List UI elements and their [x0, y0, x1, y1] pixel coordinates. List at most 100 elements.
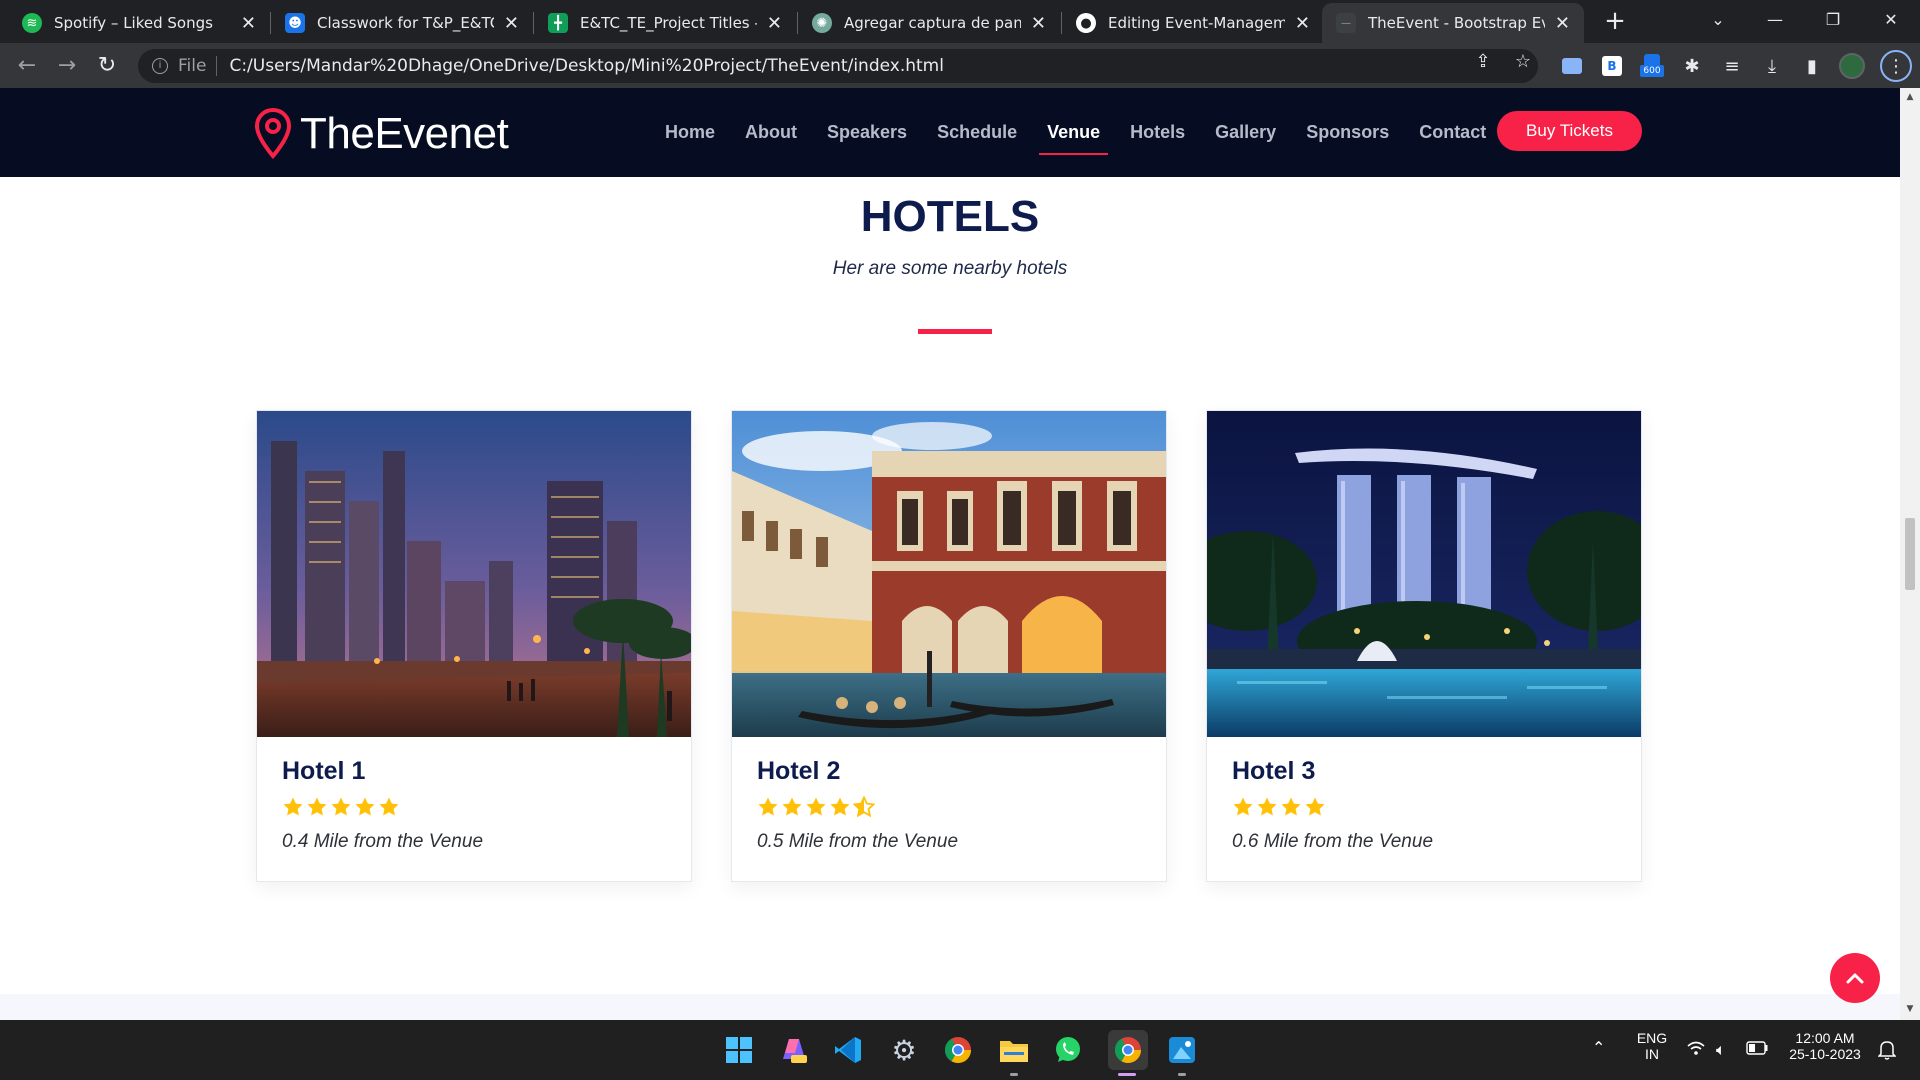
section-subtitle: Her are some nearby hotels [832, 258, 1068, 279]
clock-date: 25-10-2023 [1789, 1046, 1861, 1062]
forward-arrow-icon[interactable]: → [50, 49, 84, 83]
star-icon [1257, 797, 1277, 816]
star-icon [758, 797, 778, 816]
tab-spotify[interactable]: ≋ Spotify – Liked Songs ✕ [8, 3, 270, 43]
volume-icon[interactable]: 🔈︎ [1716, 1040, 1726, 1060]
section-divider [918, 329, 992, 334]
whatsapp-icon[interactable] [1052, 1034, 1084, 1066]
screen-capture-extension-icon[interactable] [1558, 52, 1586, 80]
tab-search-chevron-icon[interactable]: ⌄ [1695, 4, 1741, 36]
back-to-top-button[interactable] [1830, 953, 1880, 1003]
main-nav: Home About Speakers Schedule Venue Hotel… [650, 88, 1501, 177]
copilot-preview-icon[interactable] [778, 1034, 810, 1066]
close-icon[interactable]: ✕ [1031, 13, 1046, 34]
chrome-icon[interactable] [942, 1034, 974, 1066]
star-icon [782, 797, 802, 816]
extension-badge: 600 [1640, 65, 1664, 77]
vscode-icon[interactable] [832, 1034, 864, 1066]
counter-extension-icon[interactable]: 600 [1638, 52, 1666, 80]
nav-schedule[interactable]: Schedule [937, 114, 1017, 151]
scroll-down-arrow-icon[interactable]: ▼ [1904, 1004, 1916, 1014]
hotel-name[interactable]: Hotel 3 [1232, 757, 1315, 786]
nav-about[interactable]: About [745, 114, 797, 151]
b-extension-icon[interactable]: B [1598, 52, 1626, 80]
close-icon[interactable]: ✕ [767, 13, 782, 34]
nav-gallery[interactable]: Gallery [1215, 114, 1276, 151]
nav-venue[interactable]: Venue [1039, 114, 1109, 155]
browser-menu-icon[interactable]: ⋮ [1880, 50, 1912, 82]
wifi-icon[interactable] [1686, 1040, 1706, 1060]
web-page: TheEvenet Home About Speakers Schedule V… [0, 88, 1900, 1020]
nav-contact[interactable]: Contact [1419, 114, 1486, 151]
media-queue-icon[interactable]: ≡ [1718, 52, 1746, 80]
window-close-icon[interactable]: ✕ [1868, 4, 1914, 36]
minimize-icon[interactable]: — [1752, 4, 1798, 36]
tab-title: Agregar captura de pantall [844, 14, 1021, 32]
hotel-name[interactable]: Hotel 2 [757, 757, 840, 786]
tab-chatgpt[interactable]: ✺ Agregar captura de pantall ✕ [798, 3, 1060, 43]
share-icon[interactable]: ⇪ [1468, 51, 1498, 72]
nav-home[interactable]: Home [665, 114, 715, 151]
spotify-icon: ≋ [22, 13, 42, 33]
file-explorer-icon[interactable] [998, 1034, 1030, 1066]
settings-gear-icon[interactable]: ⚙ [888, 1034, 920, 1067]
map-pin-icon [254, 108, 292, 160]
chevron-up-icon [1846, 973, 1864, 984]
language-code: ENG [1636, 1030, 1668, 1046]
extensions-puzzle-icon[interactable]: ✱ [1678, 52, 1706, 80]
browser-toolbar: ← → ↻ i File C:/Users/Mandar%20Dhage/One… [0, 43, 1920, 88]
address-bar[interactable]: i File C:/Users/Mandar%20Dhage/OneDrive/… [138, 49, 1538, 83]
reload-icon[interactable]: ↻ [90, 49, 124, 83]
close-icon[interactable]: ✕ [504, 13, 519, 34]
logo-text: TheEvenet [300, 109, 509, 158]
tab-github[interactable]: ● Editing Event-Managemen ✕ [1062, 3, 1324, 43]
back-arrow-icon[interactable]: ← [10, 49, 44, 83]
tab-theevent[interactable]: — TheEvent - Bootstrap Even ✕ [1322, 3, 1584, 43]
nav-hotels[interactable]: Hotels [1130, 114, 1185, 151]
star-icon [307, 797, 327, 816]
windows-start-icon[interactable] [723, 1034, 755, 1066]
tab-sheets[interactable]: ╋ E&TC_TE_Project Titles - Go ✕ [534, 3, 796, 43]
bookmark-star-icon[interactable]: ☆ [1508, 51, 1538, 72]
url-text[interactable]: C:/Users/Mandar%20Dhage/OneDrive/Desktop… [229, 56, 944, 76]
language-indicator[interactable]: ENG IN [1628, 1030, 1676, 1062]
clock[interactable]: 12:00 AM 25-10-2023 [1780, 1030, 1870, 1062]
paint-app-icon[interactable] [1166, 1034, 1198, 1066]
show-hidden-icons-chevron[interactable]: ⌃ [1592, 1038, 1605, 1057]
profile-avatar[interactable] [1838, 52, 1866, 80]
nav-sponsors[interactable]: Sponsors [1306, 114, 1389, 151]
site-logo[interactable]: TheEvenet [254, 108, 509, 160]
hotel-distance: 0.4 Mile from the Venue [282, 831, 484, 852]
side-panel-icon[interactable]: ▮ [1798, 52, 1826, 80]
chatgpt-icon: ✺ [812, 13, 832, 33]
battery-icon[interactable] [1746, 1040, 1768, 1059]
new-tab-button[interactable]: + [1600, 8, 1630, 36]
chrome-active-icon[interactable] [1108, 1030, 1148, 1070]
info-icon[interactable]: i [152, 58, 168, 74]
divider [216, 56, 218, 76]
windows-taskbar: ⚙ ⌃ ENG IN 🔈︎ 12:00 AM 25-10-2023 [0, 1020, 1920, 1080]
close-icon[interactable]: ✕ [241, 13, 256, 34]
hotel-card[interactable]: Hotel 3 0.6 Mile from the Venue [1206, 410, 1642, 882]
star-icon [283, 797, 303, 816]
star-rating [1232, 796, 1328, 818]
nav-speakers[interactable]: Speakers [827, 114, 907, 151]
browser-tab-bar: ≋ Spotify – Liked Songs ✕ ☻ Classwork fo… [0, 0, 1920, 43]
hotel-name[interactable]: Hotel 1 [282, 757, 365, 786]
buy-tickets-button[interactable]: Buy Tickets [1497, 111, 1642, 151]
tab-classroom[interactable]: ☻ Classwork for T&P_E&TC_2 ✕ [271, 3, 533, 43]
notification-bell-icon[interactable] [1877, 1040, 1897, 1064]
hotel-card[interactable]: Hotel 1 0.4 Mile from the Venue [256, 410, 692, 882]
close-icon[interactable]: ✕ [1555, 13, 1570, 34]
download-icon[interactable]: ⤓ [1758, 52, 1786, 80]
scroll-up-arrow-icon[interactable]: ▲ [1904, 92, 1916, 102]
restore-icon[interactable]: ❐ [1810, 4, 1856, 36]
tab-title: E&TC_TE_Project Titles - Go [580, 14, 757, 32]
scroll-thumb[interactable] [1905, 518, 1915, 590]
hotel-card[interactable]: Hotel 2 0.5 Mile from the Venue [731, 410, 1167, 882]
page-scrollbar[interactable]: ▲ ▼ [1900, 88, 1920, 1020]
clock-time: 12:00 AM [1795, 1030, 1855, 1046]
star-icon [1233, 797, 1253, 816]
site-header: TheEvenet Home About Speakers Schedule V… [0, 88, 1900, 177]
close-icon[interactable]: ✕ [1295, 13, 1310, 34]
